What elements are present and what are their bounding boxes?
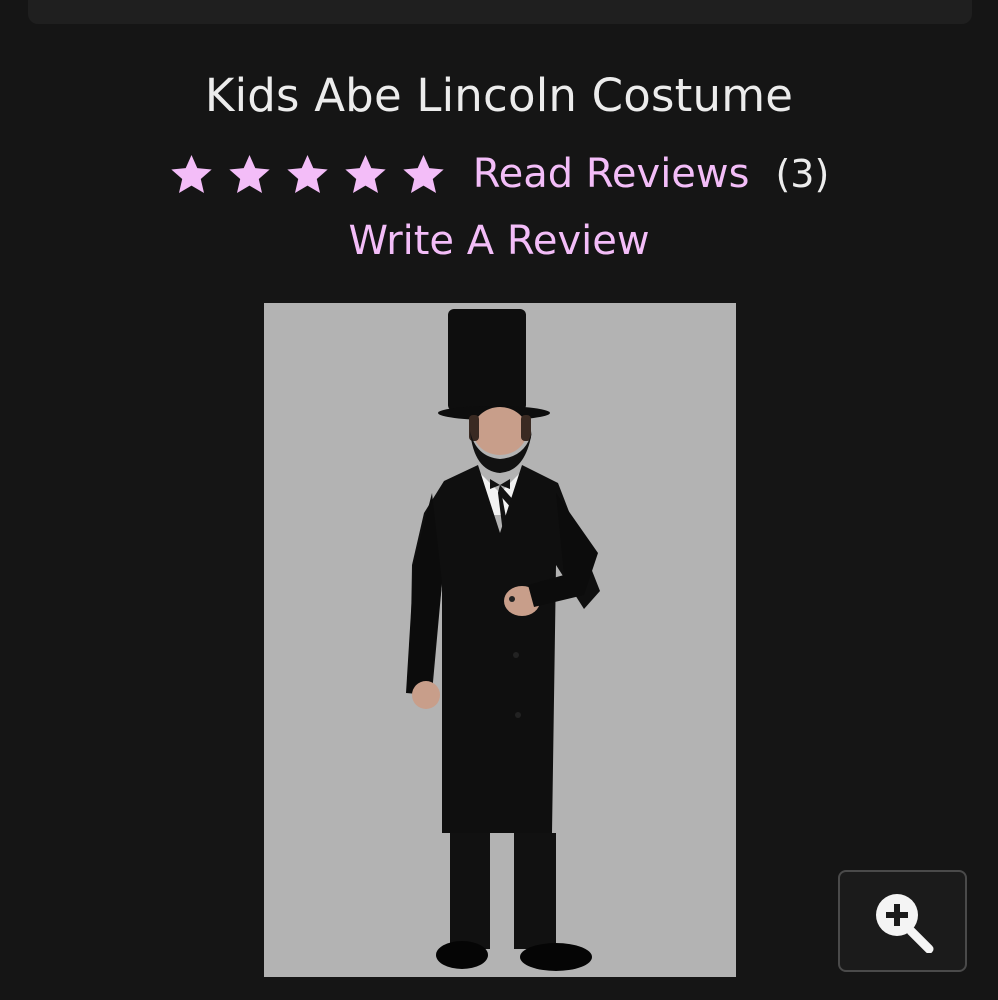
write-review-link[interactable]: Write A Review bbox=[0, 214, 998, 268]
star-rating bbox=[169, 152, 446, 197]
product-page: Kids Abe Lincoln Costume Read Reviews (3… bbox=[0, 0, 998, 1000]
costume-figure bbox=[264, 303, 736, 977]
top-bar bbox=[28, 0, 972, 24]
star-icon bbox=[403, 154, 444, 193]
read-reviews-link[interactable]: Read Reviews bbox=[473, 149, 750, 199]
rating-row: Read Reviews (3) bbox=[0, 146, 998, 202]
zoom-button[interactable] bbox=[838, 870, 967, 972]
zoom-in-icon bbox=[875, 894, 933, 953]
star-icon bbox=[171, 154, 212, 193]
product-image[interactable] bbox=[264, 303, 736, 977]
product-title: Kids Abe Lincoln Costume bbox=[204, 69, 794, 122]
star-icon bbox=[229, 154, 270, 193]
star-icon bbox=[345, 154, 386, 193]
star-icon bbox=[287, 154, 328, 193]
review-count: (3) bbox=[775, 152, 830, 196]
